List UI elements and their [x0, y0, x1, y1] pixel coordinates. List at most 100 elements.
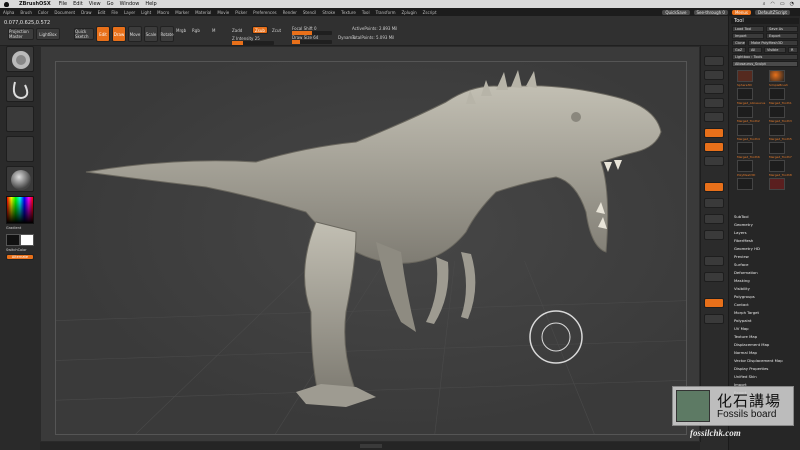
- tool-thumb-8[interactable]: [737, 142, 753, 154]
- quick-sketch-button[interactable]: Quick Sketch: [74, 28, 94, 40]
- tool-thumb-13[interactable]: [769, 178, 785, 190]
- spotlight-icon[interactable]: ⌕: [763, 1, 766, 7]
- battery-icon[interactable]: ▭: [780, 1, 785, 7]
- menu-file[interactable]: File: [59, 1, 67, 7]
- section-displacement-map[interactable]: Displacement Map: [734, 342, 769, 347]
- r-button[interactable]: R: [788, 47, 798, 53]
- zmenu-render[interactable]: Render: [283, 10, 297, 15]
- zmenu-layer[interactable]: Layer: [124, 10, 135, 15]
- section-deformation[interactable]: Deformation: [734, 270, 758, 275]
- clone-button[interactable]: Clone: [732, 40, 746, 46]
- section-uv-map[interactable]: UV Map: [734, 326, 749, 331]
- zmenu-draw[interactable]: Draw: [81, 10, 91, 15]
- goz-all-button[interactable]: All: [748, 47, 762, 53]
- tool-thumb-1[interactable]: [769, 70, 785, 82]
- zmenu-stroke[interactable]: Stroke: [322, 10, 335, 15]
- lightbox-button[interactable]: LightBox: [36, 28, 60, 40]
- spix-button[interactable]: [704, 70, 724, 80]
- zmenu-tool[interactable]: Tool: [362, 10, 370, 15]
- stroke-slot[interactable]: [6, 76, 34, 102]
- tool-palette-title[interactable]: Tool: [731, 18, 799, 24]
- zmenu-macro[interactable]: Macro: [157, 10, 169, 15]
- actual-button[interactable]: [704, 112, 724, 122]
- section-visibility[interactable]: Visibility: [734, 286, 750, 291]
- zmenu-color[interactable]: Color: [38, 10, 48, 15]
- frame-button[interactable]: [704, 182, 724, 192]
- tool-thumb-4[interactable]: [737, 106, 753, 118]
- zmenu-light[interactable]: Light: [141, 10, 151, 15]
- section-vector-displacement-map[interactable]: Vector Displacement Map: [734, 358, 783, 363]
- z-intensity-slider[interactable]: [232, 41, 274, 45]
- section-polypaint[interactable]: Polypaint: [734, 318, 751, 323]
- tool-thumb-0[interactable]: [737, 70, 753, 82]
- app-name[interactable]: ZBrushOSX: [19, 1, 51, 7]
- current-tool-slider[interactable]: Allosaurus_Sculpt: [732, 61, 798, 67]
- allosaurus-model[interactable]: [56, 62, 688, 436]
- alternate-button[interactable]: Alternate: [6, 254, 34, 260]
- menu-edit[interactable]: Edit: [73, 1, 83, 7]
- brush-slot[interactable]: [6, 46, 34, 72]
- rotate-view-button[interactable]: [704, 230, 724, 240]
- section-unified-skin[interactable]: Unified Skin: [734, 374, 757, 379]
- zsub-button[interactable]: Zsub: [252, 26, 268, 34]
- tool-thumb-10[interactable]: [737, 160, 753, 172]
- section-subtool[interactable]: SubTool: [734, 214, 749, 219]
- zmenu-document[interactable]: Document: [54, 10, 75, 15]
- section-polygroups[interactable]: Polygroups: [734, 294, 755, 299]
- secondary-color-swatch[interactable]: [20, 234, 34, 246]
- see-through-slider[interactable]: See-through 0: [693, 9, 728, 15]
- mrgb-button[interactable]: Mrgb: [176, 28, 186, 33]
- goz-button[interactable]: GoZ: [732, 47, 746, 53]
- zmenu-material[interactable]: Material: [195, 10, 211, 15]
- draw-size-slider[interactable]: [292, 40, 332, 44]
- tool-thumb-11[interactable]: [769, 160, 785, 172]
- move-view-button[interactable]: [704, 198, 724, 208]
- tool-thumb-7[interactable]: [769, 124, 785, 136]
- zmenu-zplugin[interactable]: Zplugin: [402, 10, 417, 15]
- menus-toggle[interactable]: Menus: [731, 9, 752, 15]
- menu-view[interactable]: View: [89, 1, 101, 7]
- lightbox-tools-button[interactable]: Lightbox › Tools: [732, 54, 798, 60]
- load-tool-button[interactable]: Load Tool: [732, 26, 764, 32]
- section-contact[interactable]: Contact: [734, 302, 749, 307]
- tool-thumb-9[interactable]: [769, 142, 785, 154]
- local-button[interactable]: [704, 156, 724, 166]
- zmenu-edit[interactable]: Edit: [98, 10, 106, 15]
- floor-button[interactable]: [704, 142, 724, 152]
- color-picker[interactable]: [6, 196, 34, 224]
- projection-master-button[interactable]: Projection Master: [8, 28, 34, 40]
- zmenu-preferences[interactable]: Preferences: [253, 10, 277, 15]
- scroll-button[interactable]: [704, 84, 724, 94]
- switch-color-button[interactable]: SwitchColor: [6, 248, 27, 252]
- zoom3d-button[interactable]: [704, 214, 724, 224]
- section-geometry-hd[interactable]: Geometry HD: [734, 246, 760, 251]
- xpose-button[interactable]: [704, 314, 724, 324]
- tray-toggle-handle[interactable]: [360, 444, 382, 448]
- section-layers[interactable]: Layers: [734, 230, 747, 235]
- zmenu-file[interactable]: File: [111, 10, 118, 15]
- tool-thumb-5[interactable]: [769, 106, 785, 118]
- solo-button[interactable]: [704, 298, 724, 308]
- document-canvas[interactable]: [40, 46, 700, 442]
- draw-button[interactable]: Draw: [112, 26, 126, 42]
- menu-go[interactable]: Go: [107, 1, 114, 7]
- edit-button[interactable]: Edit: [96, 26, 110, 42]
- rgb-button[interactable]: Rgb: [192, 28, 200, 33]
- zmenu-stencil[interactable]: Stencil: [303, 10, 317, 15]
- menu-help[interactable]: Help: [145, 1, 156, 7]
- bpr-button[interactable]: [704, 56, 724, 66]
- make-polymesh-button[interactable]: Make PolyMesh3D: [748, 40, 798, 46]
- save-as-button[interactable]: Save As: [766, 26, 798, 32]
- import-button[interactable]: Import: [732, 33, 764, 39]
- section-geometry[interactable]: Geometry: [734, 222, 753, 227]
- linefill-button[interactable]: [704, 256, 724, 266]
- section-morph-target[interactable]: Morph Target: [734, 310, 759, 315]
- zoom-button[interactable]: [704, 98, 724, 108]
- section-fibermesh[interactable]: FiberMesh: [734, 238, 753, 243]
- zmenu-brush[interactable]: Brush: [20, 10, 32, 15]
- zmenu-alpha[interactable]: Alpha: [3, 10, 14, 15]
- zadd-button[interactable]: Zadd: [232, 28, 242, 33]
- quicksave-button[interactable]: QuickSave: [662, 9, 690, 15]
- alpha-slot[interactable]: [6, 106, 34, 132]
- move-button[interactable]: Move: [128, 26, 142, 42]
